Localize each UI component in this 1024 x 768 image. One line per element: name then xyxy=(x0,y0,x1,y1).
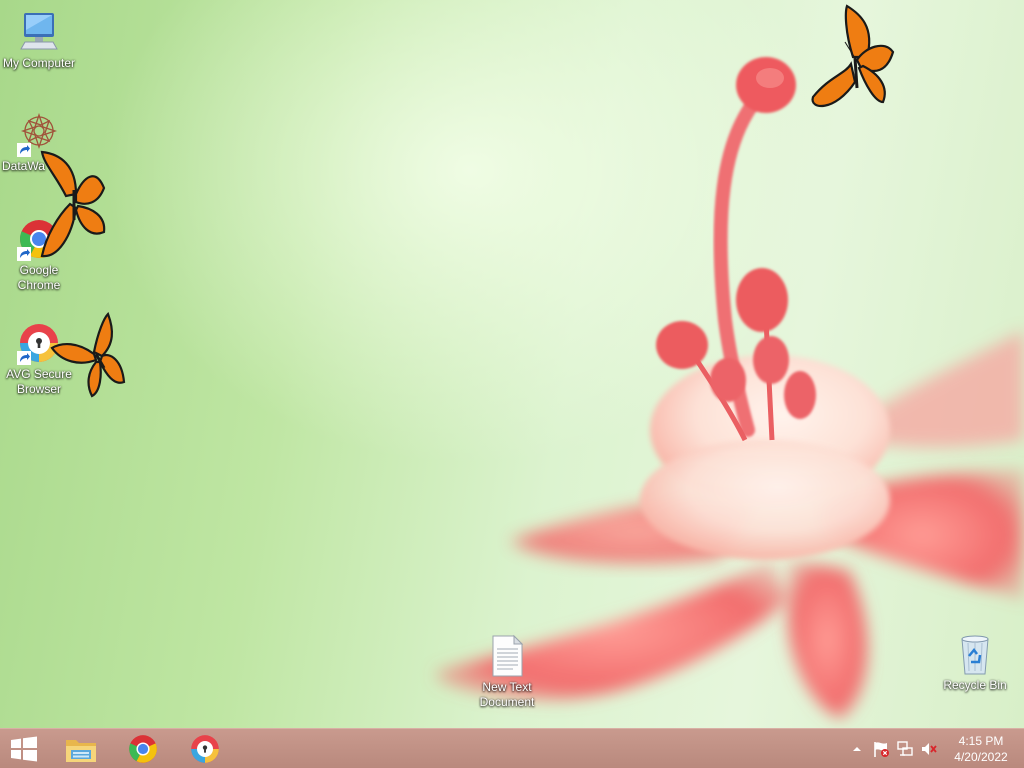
desktop-icon-recycle-bin[interactable]: Recycle Bin xyxy=(935,632,1015,693)
taskbar: 4:15 PM 4/20/2022 xyxy=(0,728,1024,768)
desktop-icon-label: Google Chrome xyxy=(17,263,61,292)
computer-icon xyxy=(17,10,61,54)
start-button[interactable] xyxy=(0,729,48,768)
desktop-icon-my-computer[interactable]: My Computer xyxy=(0,10,79,71)
network-icon xyxy=(897,741,913,756)
desktop[interactable]: My Computer DataWa Google Chrome AVG Sec… xyxy=(0,0,1024,728)
volume-muted-icon xyxy=(922,743,937,755)
desktop-icon-label: My Computer xyxy=(2,56,76,70)
clock-time: 4:15 PM xyxy=(958,734,1004,748)
chrome-icon xyxy=(129,734,157,763)
shortcut-arrow-icon xyxy=(17,351,31,365)
taskbar-avg-secure-browser[interactable] xyxy=(177,729,233,768)
avg-secure-browser-icon xyxy=(191,734,219,763)
taskbar-file-explorer[interactable] xyxy=(53,729,109,768)
shortcut-arrow-icon xyxy=(17,247,31,261)
shortcut-arrow-icon xyxy=(17,143,31,157)
clock[interactable]: 4:15 PM 4/20/2022 xyxy=(946,733,1016,765)
butterfly-icon xyxy=(40,150,106,258)
text-document-icon xyxy=(485,634,529,678)
action-center-button[interactable] xyxy=(872,740,890,758)
windows-logo-icon xyxy=(11,736,37,761)
volume-button[interactable] xyxy=(920,740,938,758)
show-hidden-icons-button[interactable] xyxy=(848,740,866,758)
butterfly-icon xyxy=(50,312,126,398)
desktop-icon-label: New Text Document xyxy=(479,680,535,709)
butterfly-icon xyxy=(811,4,895,108)
file-explorer-icon xyxy=(66,739,96,762)
desktop-icon-new-text-document[interactable]: New Text Document xyxy=(467,634,547,710)
taskbar-google-chrome[interactable] xyxy=(115,729,171,768)
network-button[interactable] xyxy=(896,740,914,758)
recycle-bin-icon xyxy=(953,632,997,676)
action-center-flag-icon xyxy=(874,742,889,757)
desktop-icon-label: Recycle Bin xyxy=(943,678,1007,692)
clock-date: 4/20/2022 xyxy=(954,750,1008,764)
chevron-up-icon xyxy=(853,747,861,751)
